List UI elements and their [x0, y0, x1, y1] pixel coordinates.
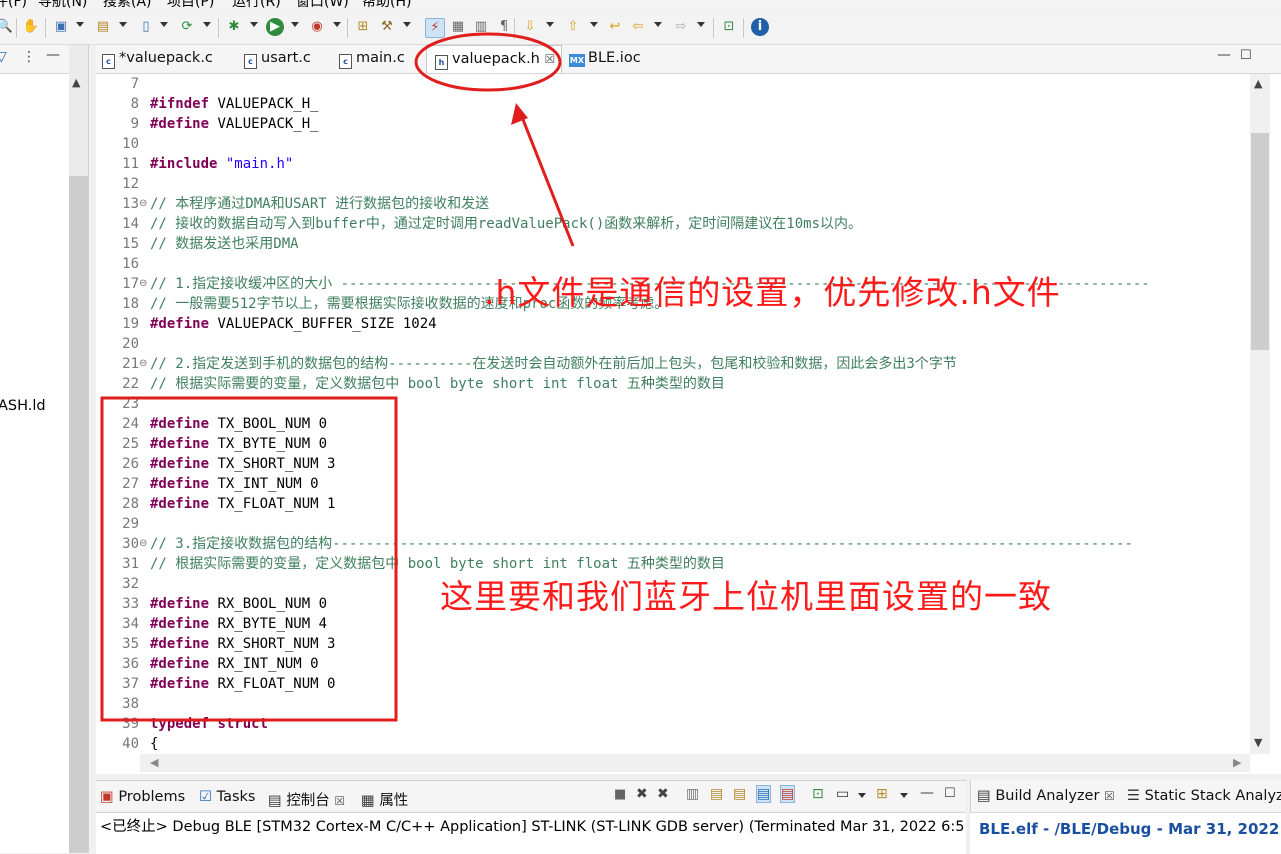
- annotation-arrowhead: [511, 103, 528, 125]
- annotation-top-text: .h文件是通信的设置，优先修改.h文件: [484, 273, 1061, 312]
- annotation-arrow: [518, 111, 575, 247]
- tab-highlight-circle: [414, 32, 562, 92]
- define-block-highlight: [100, 396, 398, 722]
- annotation-overlay: [100, 32, 575, 722]
- annotation-bottom-text: 这里要和我们蓝牙上位机里面设置的一致: [440, 577, 1052, 616]
